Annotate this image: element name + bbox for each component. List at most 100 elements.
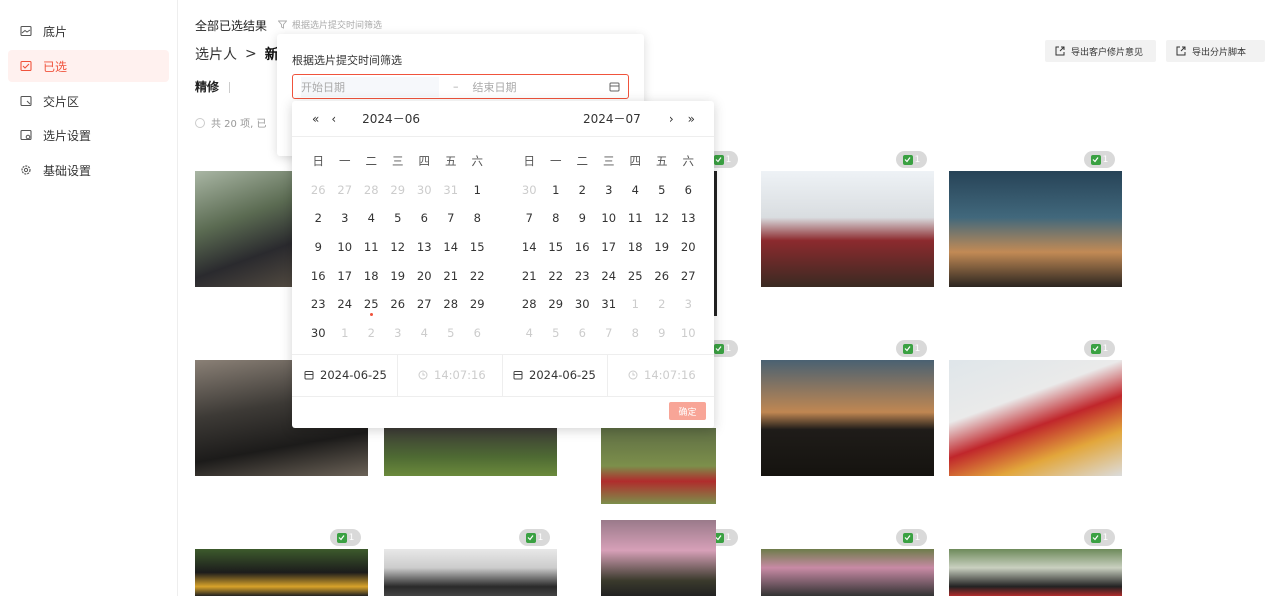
right-month-label[interactable]: 2024－07 <box>583 110 641 127</box>
calendar-day[interactable]: 24 <box>596 269 623 283</box>
calendar-day-outside[interactable]: 3 <box>385 326 412 340</box>
left-month-label[interactable]: 2024－06 <box>362 110 420 127</box>
calendar-day[interactable]: 20 <box>675 240 702 254</box>
calendar-day-outside[interactable]: 2 <box>358 326 385 340</box>
calendar-day[interactable]: 27 <box>675 269 702 283</box>
next-year-button[interactable]: » <box>688 112 695 126</box>
photo-thumbnail[interactable] <box>384 428 557 476</box>
calendar-day[interactable]: 12 <box>649 211 676 225</box>
calendar-day[interactable]: 10 <box>596 211 623 225</box>
calendar-day-outside[interactable]: 2 <box>649 297 676 311</box>
calendar-day-outside[interactable]: 30 <box>516 183 543 197</box>
calendar-day[interactable]: 15 <box>543 240 570 254</box>
calendar-day[interactable]: 1 <box>464 183 491 197</box>
calendar-day-outside[interactable]: 4 <box>516 326 543 340</box>
calendar-day[interactable]: 16 <box>305 269 332 283</box>
calendar-day-outside[interactable]: 31 <box>438 183 465 197</box>
next-month-button[interactable]: › <box>669 112 674 126</box>
calendar-day[interactable]: 14 <box>438 240 465 254</box>
calendar-day[interactable]: 9 <box>305 240 332 254</box>
photo-thumbnail[interactable] <box>195 549 368 596</box>
calendar-day[interactable]: 4 <box>622 183 649 197</box>
calendar-day[interactable]: 23 <box>305 297 332 311</box>
photo-thumbnail[interactable] <box>601 520 716 596</box>
calendar-day[interactable]: 10 <box>332 240 359 254</box>
calendar-day[interactable]: 20 <box>411 269 438 283</box>
calendar-day[interactable]: 13 <box>675 211 702 225</box>
calendar-day[interactable]: 17 <box>596 240 623 254</box>
end-time-display[interactable]: 14:07:16 <box>608 354 714 396</box>
calendar-day[interactable]: 25 <box>622 269 649 283</box>
calendar-day-outside[interactable]: 3 <box>675 297 702 311</box>
start-time-display[interactable]: 14:07:16 <box>398 354 503 396</box>
end-date-field[interactable]: 结束日期 <box>473 79 610 95</box>
tab-refine[interactable]: 精修 <box>195 78 231 95</box>
photo-thumbnail[interactable] <box>761 549 934 596</box>
date-range-input[interactable]: 开始日期 – 结束日期 <box>292 74 629 99</box>
calendar-day-outside[interactable]: 5 <box>438 326 465 340</box>
calendar-day[interactable]: 25 <box>358 297 385 317</box>
export-script-button[interactable]: 导出分片脚本 <box>1166 40 1265 62</box>
calendar-day[interactable]: 16 <box>569 240 596 254</box>
sidebar-item-basic-settings[interactable]: 基础设置 <box>8 154 169 186</box>
calendar-day-outside[interactable]: 27 <box>332 183 359 197</box>
export-client-feedback-button[interactable]: 导出客户修片意见 <box>1045 40 1156 62</box>
sidebar-item-negatives[interactable]: 底片 <box>8 15 169 47</box>
calendar-day[interactable]: 11 <box>622 211 649 225</box>
calendar-day[interactable]: 22 <box>543 269 570 283</box>
calendar-day[interactable]: 28 <box>516 297 543 311</box>
calendar-day[interactable]: 12 <box>385 240 412 254</box>
calendar-day-outside[interactable]: 9 <box>649 326 676 340</box>
calendar-day[interactable]: 8 <box>464 211 491 225</box>
time-filter-trigger[interactable]: 根据选片提交时间筛选 <box>278 18 382 31</box>
sidebar-item-selected[interactable]: 已选 <box>8 50 169 82</box>
calendar-day[interactable]: 18 <box>622 240 649 254</box>
calendar-day[interactable]: 21 <box>516 269 543 283</box>
calendar-day[interactable]: 6 <box>411 211 438 225</box>
calendar-day[interactable]: 30 <box>305 326 332 340</box>
calendar-day[interactable]: 28 <box>438 297 465 311</box>
calendar-day[interactable]: 6 <box>675 183 702 197</box>
calendar-day[interactable]: 26 <box>385 297 412 311</box>
calendar-day[interactable]: 22 <box>464 269 491 283</box>
photo-thumbnail[interactable] <box>761 171 934 287</box>
breadcrumb-root[interactable]: 选片人 <box>195 44 237 64</box>
calendar-day[interactable]: 7 <box>516 211 543 225</box>
calendar-day[interactable]: 14 <box>516 240 543 254</box>
calendar-day[interactable]: 21 <box>438 269 465 283</box>
calendar-day-outside[interactable]: 29 <box>385 183 412 197</box>
calendar-day[interactable]: 31 <box>596 297 623 311</box>
end-date-display[interactable]: 2024-06-25 <box>503 354 608 396</box>
calendar-day-outside[interactable]: 4 <box>411 326 438 340</box>
photo-thumbnail[interactable] <box>949 360 1122 476</box>
calendar-day[interactable]: 13 <box>411 240 438 254</box>
calendar-day[interactable]: 23 <box>569 269 596 283</box>
photo-thumbnail[interactable] <box>949 549 1122 596</box>
calendar-day[interactable]: 15 <box>464 240 491 254</box>
calendar-day[interactable]: 7 <box>438 211 465 225</box>
calendar-day[interactable]: 29 <box>464 297 491 311</box>
photo-thumbnail[interactable] <box>949 171 1122 287</box>
calendar-day[interactable]: 2 <box>569 183 596 197</box>
calendar-day[interactable]: 8 <box>543 211 570 225</box>
start-date-field[interactable]: 开始日期 <box>301 76 439 97</box>
calendar-day[interactable]: 30 <box>569 297 596 311</box>
calendar-day[interactable]: 1 <box>543 183 570 197</box>
calendar-day[interactable]: 9 <box>569 211 596 225</box>
start-date-display[interactable]: 2024-06-25 <box>292 354 398 396</box>
confirm-button[interactable]: 确定 <box>669 402 706 420</box>
calendar-day[interactable]: 11 <box>358 240 385 254</box>
calendar-day-outside[interactable]: 8 <box>622 326 649 340</box>
calendar-day[interactable]: 19 <box>385 269 412 283</box>
calendar-day[interactable]: 26 <box>649 269 676 283</box>
select-all[interactable]: 共 20 项, 已 <box>195 115 266 130</box>
photo-thumbnail[interactable] <box>761 360 934 476</box>
calendar-day[interactable]: 3 <box>332 211 359 225</box>
sidebar-item-selection-settings[interactable]: 选片设置 <box>8 119 169 151</box>
sidebar-item-delivery[interactable]: 交片区 <box>8 85 169 117</box>
calendar-day[interactable]: 5 <box>385 211 412 225</box>
photo-thumbnail[interactable] <box>384 549 557 596</box>
calendar-day-outside[interactable]: 1 <box>622 297 649 311</box>
calendar-day-outside[interactable]: 28 <box>358 183 385 197</box>
calendar-day[interactable]: 18 <box>358 269 385 283</box>
